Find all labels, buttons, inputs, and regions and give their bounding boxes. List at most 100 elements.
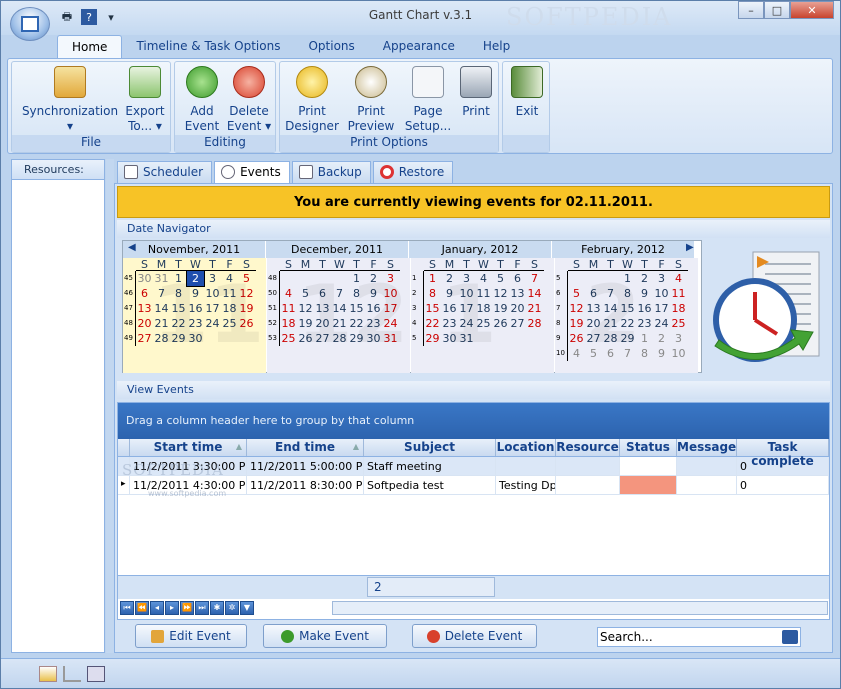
horizontal-scrollbar[interactable] [332,601,828,615]
cell-location[interactable] [496,457,556,475]
help-icon[interactable]: ? [81,9,97,25]
cell-message[interactable] [677,457,737,475]
cell-end[interactable]: 11/2/2011 5:00:00 PM [247,457,364,475]
day-cell[interactable]: 17 [653,301,670,316]
tab-backup[interactable]: Backup [291,161,371,183]
add-event-button[interactable]: Add Event [179,66,225,134]
day-cell[interactable]: 14 [526,286,543,301]
delete-event-bottom-button[interactable]: Delete Event [412,624,537,648]
cell-status[interactable] [620,457,677,475]
day-cell[interactable]: 3 [653,271,670,286]
print-designer-button[interactable]: Print Designer [284,66,340,134]
tab-home[interactable]: Home [57,35,123,59]
pane-splitter[interactable] [106,159,114,653]
day-cell[interactable]: 20 [509,301,526,316]
day-cell[interactable] [568,271,585,286]
print-preview-button[interactable]: Print Preview [344,66,398,134]
cell-subject[interactable]: Softpedia test [364,476,496,494]
day-cell[interactable]: 3 [670,331,687,346]
col-message[interactable]: Message [677,439,737,456]
day-cell[interactable]: 4 [568,346,585,361]
next-page-icon[interactable]: ⏩ [180,601,194,615]
day-cell[interactable]: 22 [424,316,441,331]
synchronization-button[interactable]: Synchronization ▾ [18,66,122,134]
day-cell[interactable]: 30 [136,271,153,286]
prev-page-icon[interactable]: ⏪ [135,601,149,615]
day-cell[interactable]: 7 [526,271,543,286]
day-cell[interactable]: 25 [280,331,297,346]
cell-status[interactable] [620,476,677,494]
minimize-button[interactable]: – [738,1,764,19]
chart-icon[interactable] [63,666,81,682]
binoculars-icon[interactable] [782,630,798,644]
day-cell[interactable]: 21 [526,301,543,316]
tab-restore[interactable]: Restore [372,161,454,183]
day-cell[interactable]: 2 [653,331,670,346]
day-cell[interactable]: 18 [280,316,297,331]
day-cell[interactable]: 9 [653,346,670,361]
day-cell[interactable]: 28 [526,316,543,331]
delete-event-button[interactable]: Delete Event ▾ [225,66,273,134]
day-cell[interactable]: 12 [568,301,585,316]
day-cell[interactable]: 19 [568,316,585,331]
page-setup-button[interactable]: Page Setup... [402,66,454,134]
day-cell[interactable]: 11 [670,286,687,301]
day-cell[interactable]: 11 [280,301,297,316]
maximize-button[interactable]: □ [764,1,790,19]
make-event-button[interactable]: Make Event [263,624,387,648]
col-status[interactable]: Status [620,439,677,456]
table-row[interactable]: 11/2/2011 3:30:00 PM 11/2/2011 5:00:00 P… [118,457,829,476]
print-button[interactable]: Print [456,66,496,119]
first-page-icon[interactable]: ⏮ [120,601,134,615]
prev-record-icon[interactable]: ◂ [150,601,164,615]
day-cell[interactable] [280,271,297,286]
insert-record-icon[interactable]: ✱ [210,601,224,615]
day-cell[interactable]: 27 [136,331,153,346]
cell-subject[interactable]: Staff meeting [364,457,496,475]
day-cell[interactable]: 25 [670,316,687,331]
application-menu-button[interactable] [10,7,50,41]
day-cell[interactable]: 20 [136,316,153,331]
day-cell[interactable]: 10 [653,286,670,301]
close-button[interactable]: ✕ [790,1,834,19]
col-location[interactable]: Location [496,439,556,456]
day-cell[interactable]: 18 [670,301,687,316]
col-end-time[interactable]: End time ▲ [247,439,364,456]
day-cell[interactable]: 26 [568,331,585,346]
cell-message[interactable] [677,476,737,494]
exit-button[interactable]: Exit [507,66,547,119]
day-cell[interactable] [526,331,543,346]
tab-help[interactable]: Help [469,35,524,59]
cell-resource[interactable] [556,476,620,494]
tab-timeline-task-options[interactable]: Timeline & Task Options [122,35,294,59]
next-record-icon[interactable]: ▸ [165,601,179,615]
prev-month-icon[interactable]: ◀ [128,242,136,253]
qat-customize-icon[interactable]: ▾ [101,7,121,27]
day-cell[interactable]: 10 [670,346,687,361]
col-task-complete[interactable]: Task complete [737,439,829,468]
day-cell[interactable]: 8 [424,286,441,301]
day-cell[interactable]: 13 [136,301,153,316]
day-cell[interactable]: 6 [509,271,526,286]
day-cell[interactable]: 29 [424,331,441,346]
tab-events[interactable]: Events [214,161,290,183]
day-cell[interactable]: 5 [568,286,585,301]
network-icon[interactable] [87,666,105,682]
next-month-icon[interactable]: ▶ [686,242,694,253]
cell-resource[interactable] [556,457,620,475]
cell-end[interactable]: 11/2/2011 8:30:00 PM [247,476,364,494]
day-cell[interactable]: 4 [670,271,687,286]
day-cell[interactable]: 6 [136,286,153,301]
search-input[interactable]: Search... [597,627,801,647]
cell-complete[interactable]: 0 [737,476,829,494]
col-resource[interactable]: Resource [556,439,620,456]
day-cell[interactable]: 15 [424,301,441,316]
col-subject[interactable]: Subject [364,439,496,456]
last-page-icon[interactable]: ⏭ [195,601,209,615]
note-icon[interactable] [39,666,57,682]
edit-event-button[interactable]: Edit Event [135,624,247,648]
export-to-button[interactable]: Export To... ▾ [122,66,168,134]
cell-location[interactable]: Testing Dpt [496,476,556,494]
tab-appearance[interactable]: Appearance [369,35,469,59]
day-cell[interactable]: 27 [509,316,526,331]
